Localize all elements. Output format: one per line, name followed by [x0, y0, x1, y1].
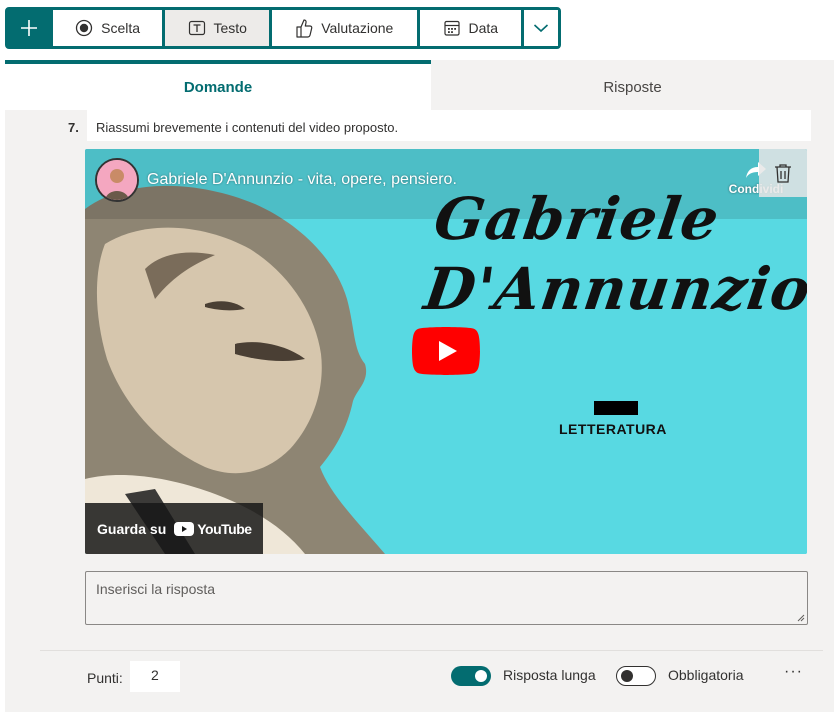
points-input[interactable]: 2 — [130, 661, 180, 692]
points-label: Punti: — [87, 670, 123, 686]
choice-button[interactable]: Scelta — [52, 10, 163, 46]
question-title[interactable]: Riassumi brevemente i contenuti del vide… — [87, 110, 811, 141]
tab-questions[interactable]: Domande — [5, 60, 431, 110]
watch-label: Guarda su — [97, 520, 167, 537]
text-icon — [188, 20, 205, 36]
toggle-knob — [621, 670, 633, 682]
question-number: 7. — [68, 120, 79, 135]
long-answer-label: Risposta lunga — [503, 667, 596, 683]
required-label: Obbligatoria — [668, 667, 744, 683]
add-question-button[interactable] — [8, 10, 50, 46]
category-bar — [594, 401, 638, 415]
category-label: LETTERATURA — [559, 421, 667, 437]
youtube-logo: YouTube — [174, 520, 252, 537]
plus-icon — [20, 20, 37, 36]
calendar-icon — [443, 20, 460, 36]
rating-button[interactable]: Valutazione — [272, 10, 417, 46]
rating-label: Valutazione — [321, 20, 394, 36]
youtube-label: YouTube — [197, 520, 252, 537]
answer-textarea[interactable]: Inserisci la risposta — [85, 571, 808, 625]
watch-on-youtube-button[interactable]: Guarda su YouTube — [85, 503, 263, 554]
youtube-icon — [174, 521, 195, 536]
text-button[interactable]: Testo — [165, 10, 270, 46]
divider — [40, 650, 823, 651]
radio-icon — [76, 19, 93, 37]
thumbnail-title: Gabriele D'Annunzio — [420, 184, 807, 324]
question-type-toolbar: Scelta Testo Valutazione Data — [5, 7, 561, 49]
video-title[interactable]: Gabriele D'Annunzio - vita, opere, pensi… — [147, 171, 457, 189]
answer-placeholder: Inserisci la risposta — [96, 581, 216, 597]
form-tabs: Domande Risposte — [5, 60, 834, 110]
resize-handle-icon[interactable] — [797, 614, 805, 622]
date-label: Data — [468, 20, 499, 36]
more-options-button[interactable]: ··· — [784, 663, 803, 681]
question-card[interactable]: 7. Riassumi brevemente i contenuti del v… — [5, 110, 834, 712]
date-button[interactable]: Data — [419, 10, 522, 46]
chevron-down-icon — [534, 24, 549, 33]
more-types-button[interactable] — [524, 10, 558, 46]
thumb-icon — [296, 19, 313, 38]
required-toggle[interactable] — [616, 666, 656, 686]
channel-avatar[interactable] — [95, 158, 139, 202]
toggle-knob — [475, 670, 487, 682]
video-embed[interactable]: Gabriele D'Annunzio - vita, opere, pensi… — [85, 149, 807, 554]
text-label: Testo — [213, 20, 247, 36]
trash-icon — [775, 164, 791, 183]
choice-label: Scelta — [101, 20, 141, 36]
thumbnail-title-line2: D'Annunzio — [420, 255, 807, 323]
play-icon[interactable] — [412, 327, 480, 375]
tab-responses[interactable]: Risposte — [431, 60, 834, 110]
long-answer-toggle[interactable] — [451, 666, 491, 686]
thumbnail-title-line1: Gabriele — [430, 185, 724, 253]
